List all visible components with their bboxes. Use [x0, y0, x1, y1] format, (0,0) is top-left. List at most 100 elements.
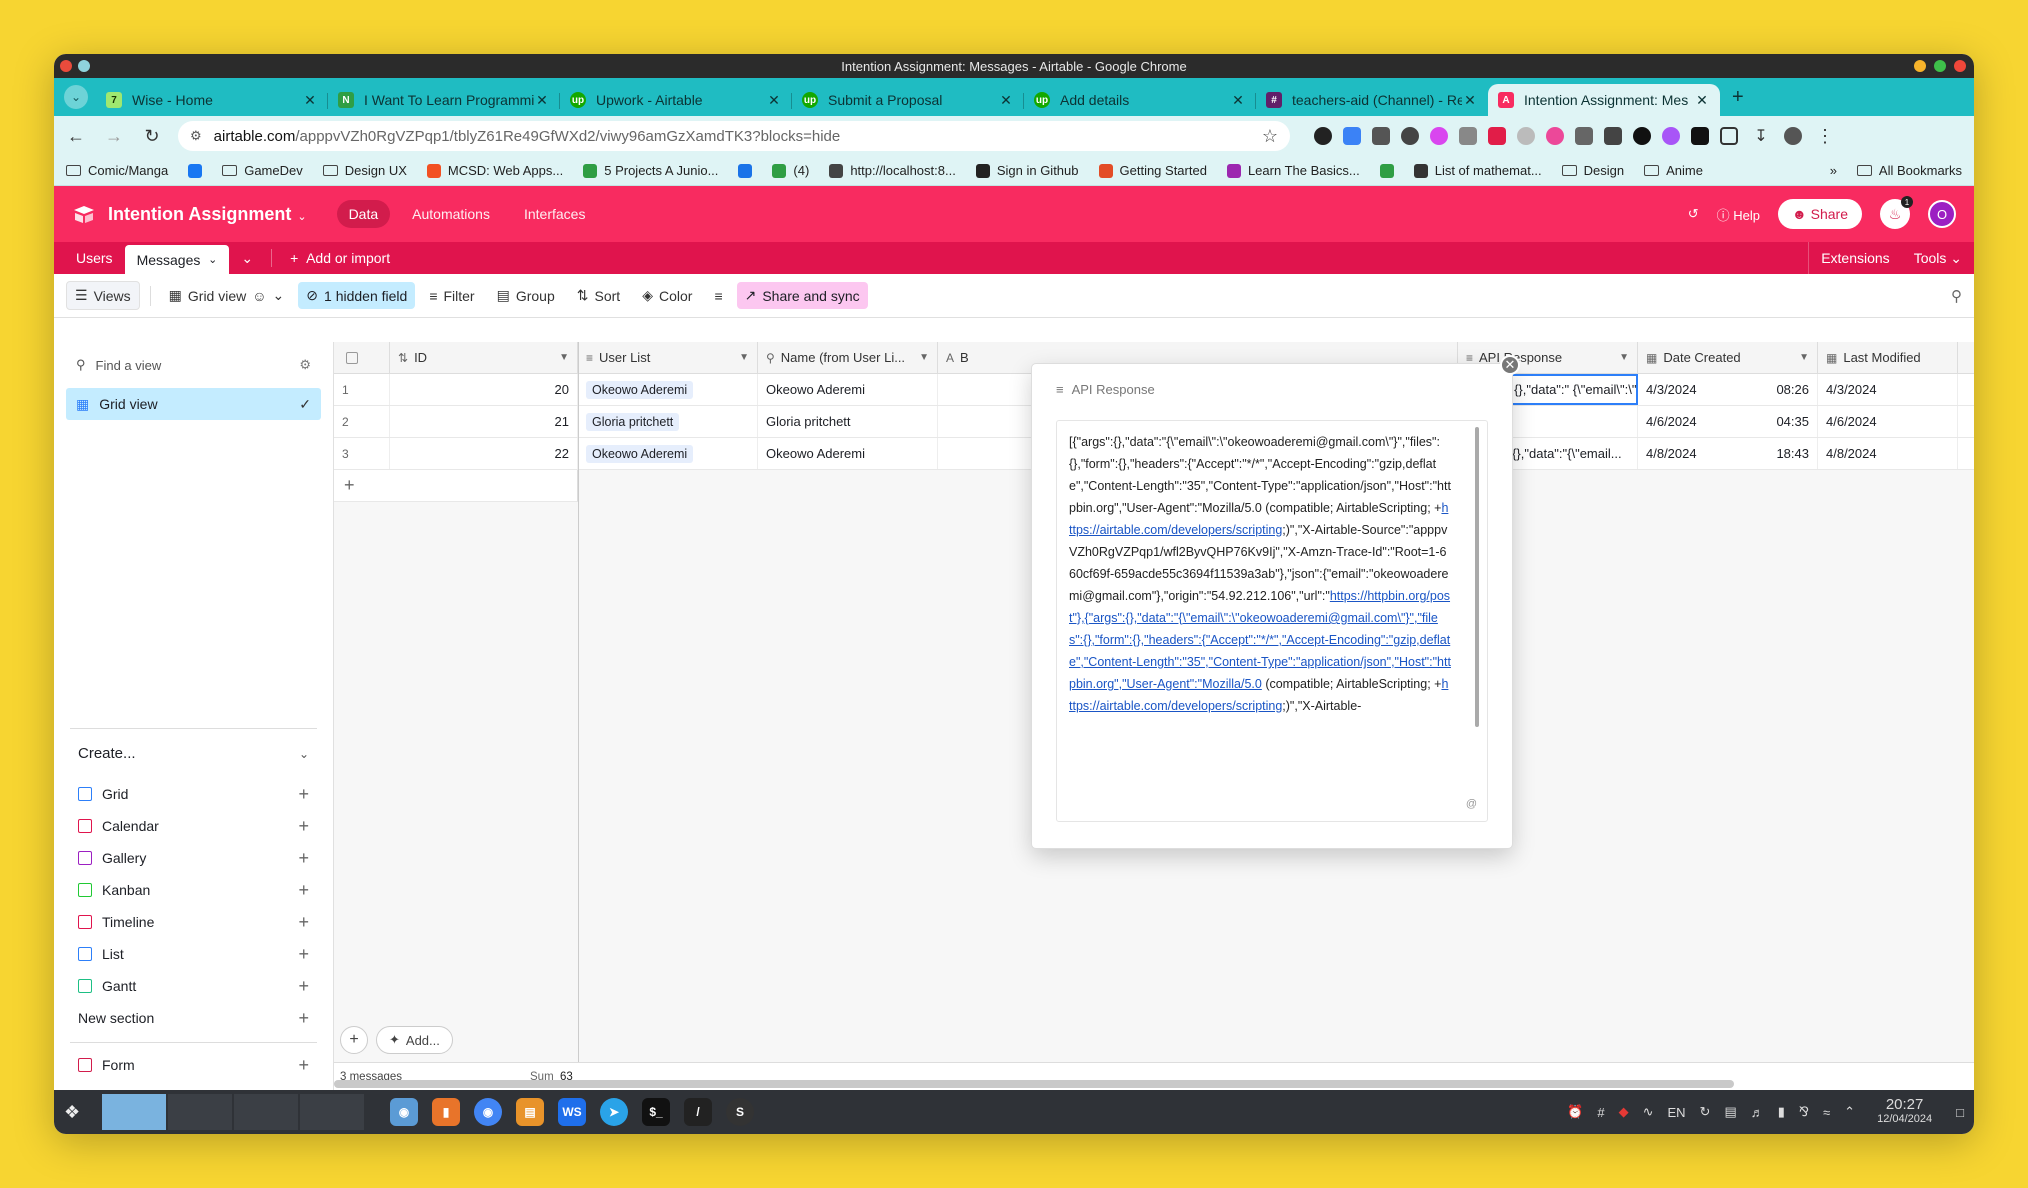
editor-app-icon[interactable]: /	[684, 1098, 712, 1126]
id-cell[interactable]: 21	[390, 406, 578, 437]
create-form[interactable]: Form +	[70, 1049, 317, 1081]
create-view-item[interactable]: Grid +	[70, 778, 317, 810]
alarm-icon[interactable]: ⏰	[1567, 1104, 1583, 1120]
bookmark-item[interactable]: (4)	[772, 163, 809, 178]
hide-fields-button[interactable]: ⊘ 1 hidden field	[298, 282, 416, 309]
chevron-down-icon[interactable]: ▼	[1799, 352, 1809, 363]
popup-close-button[interactable]: ✕	[1500, 355, 1520, 375]
bookmark-item[interactable]: Getting Started	[1098, 163, 1207, 178]
view-switcher[interactable]: ▦ Grid view ☺ ⌄	[161, 282, 293, 309]
bookmark-item[interactable]: Design UX	[322, 163, 407, 178]
create-view-item[interactable]: Timeline +	[70, 906, 317, 938]
puzzle-icon[interactable]	[1720, 127, 1738, 145]
extensions-button[interactable]: Extensions	[1808, 242, 1901, 274]
column-header-user-list[interactable]: ≡ User List ▼	[578, 342, 758, 373]
extension-icon[interactable]	[1372, 127, 1390, 145]
add-record-button[interactable]: +	[340, 1026, 368, 1054]
nav-automations[interactable]: Automations	[400, 200, 502, 228]
create-view-item[interactable]: Kanban +	[70, 874, 317, 906]
group-button[interactable]: ▤ Group	[489, 282, 563, 309]
files-app-icon[interactable]: ▤	[516, 1098, 544, 1126]
extension-icon[interactable]	[1401, 127, 1419, 145]
create-view-item[interactable]: List +	[70, 938, 317, 970]
virtual-desktop[interactable]	[102, 1094, 166, 1130]
last-modified-cell[interactable]: 4/8/2024	[1818, 438, 1958, 469]
terminal-app-icon[interactable]: $_	[642, 1098, 670, 1126]
slack-icon[interactable]: #	[1597, 1105, 1604, 1120]
chevron-down-icon[interactable]: ⌄	[208, 253, 217, 266]
close-tab-icon[interactable]: ✕	[1230, 92, 1246, 109]
extension-icon[interactable]	[1662, 127, 1680, 145]
plus-icon[interactable]: +	[298, 784, 309, 805]
id-cell[interactable]: 22	[390, 438, 578, 469]
back-icon[interactable]: ←	[64, 126, 88, 147]
column-header-date-created[interactable]: ▦ Date Created ▼	[1638, 342, 1818, 373]
select-all-checkbox[interactable]	[334, 342, 390, 373]
close-tab-icon[interactable]: ✕	[998, 92, 1014, 109]
s-app-icon[interactable]: S	[726, 1098, 754, 1126]
search-icon[interactable]: ⚲	[1951, 287, 1962, 305]
battery-icon[interactable]: ▮	[1778, 1104, 1785, 1120]
avatar[interactable]: O	[1928, 200, 1956, 228]
add-or-import-button[interactable]: + Add or import	[278, 242, 402, 274]
row-number[interactable]: 3	[334, 438, 390, 469]
user-list-cell[interactable]: Okeowo Aderemi	[578, 374, 758, 405]
store-app-icon[interactable]: ▮	[432, 1098, 460, 1126]
reload-icon[interactable]: ↻	[140, 126, 164, 147]
extension-icon[interactable]	[1314, 127, 1332, 145]
linked-record-pill[interactable]: Okeowo Aderemi	[586, 380, 694, 399]
user-list-cell[interactable]: Okeowo Aderemi	[578, 438, 758, 469]
extension-icon[interactable]	[1459, 127, 1477, 145]
column-header-last-modified[interactable]: ▦ Last Modified	[1818, 342, 1958, 373]
create-view-item[interactable]: Gallery +	[70, 842, 317, 874]
extension-icon[interactable]	[1430, 127, 1448, 145]
download-icon[interactable]: ↧	[1749, 126, 1773, 146]
keep-above-icon[interactable]	[78, 60, 90, 72]
bookmark-item[interactable]	[188, 163, 203, 178]
clock[interactable]: 20:27 12/04/2024	[1877, 1097, 1932, 1127]
extension-icon[interactable]	[1633, 127, 1651, 145]
sidebar-view-grid[interactable]: ▦ Grid view ✓	[66, 388, 321, 420]
bookmark-item[interactable]: Sign in Github	[975, 163, 1079, 178]
maximize-button[interactable]	[1934, 60, 1946, 72]
bookmark-item[interactable]: Learn The Basics...	[1226, 163, 1360, 178]
create-view-item[interactable]: Calendar +	[70, 810, 317, 842]
browser-tab-active[interactable]: A Intention Assignment: Mes ✕	[1488, 84, 1720, 116]
more-bookmarks-button[interactable]: »	[1830, 163, 1837, 178]
linked-record-pill[interactable]: Okeowo Aderemi	[586, 444, 694, 463]
airtable-logo-icon[interactable]	[72, 204, 96, 224]
extension-icon[interactable]	[1546, 127, 1564, 145]
plus-icon[interactable]: +	[298, 880, 309, 901]
plus-icon[interactable]: +	[298, 912, 309, 933]
close-tab-icon[interactable]: ✕	[1694, 92, 1710, 109]
table-tab-users[interactable]: Users	[64, 242, 125, 274]
menu-icon[interactable]: ⋮	[1813, 126, 1837, 147]
bookmark-star-icon[interactable]: ☆	[1262, 126, 1278, 147]
history-icon[interactable]: ↺	[1688, 206, 1699, 222]
anydesk-icon[interactable]: ◆	[1619, 1104, 1629, 1120]
plus-icon[interactable]: +	[298, 848, 309, 869]
add-row-button[interactable]: +	[334, 470, 578, 502]
extension-icon[interactable]	[1343, 127, 1361, 145]
extension-icon[interactable]	[1517, 127, 1535, 145]
create-view-item[interactable]: Gantt +	[70, 970, 317, 1002]
show-desktop-icon[interactable]: □	[1956, 1105, 1964, 1120]
close-button[interactable]	[1954, 60, 1966, 72]
bookmark-item[interactable]: MCSD: Web Apps...	[426, 163, 563, 178]
find-view-input[interactable]: ⚲ Find a view ⚙	[66, 350, 321, 380]
virtual-desktop[interactable]	[234, 1094, 298, 1130]
tools-button[interactable]: Tools ⌄	[1902, 242, 1974, 274]
last-modified-cell[interactable]: 4/3/2024	[1818, 374, 1958, 405]
close-tab-icon[interactable]: ✕	[1462, 92, 1478, 109]
address-bar[interactable]: ⚙ airtable.com /apppvVZh0RgVZPqp1/tblyZ6…	[178, 121, 1290, 151]
help-button[interactable]: ⓘ Help	[1717, 205, 1760, 224]
plus-icon[interactable]: +	[298, 816, 309, 837]
id-cell[interactable]: 20	[390, 374, 578, 405]
browser-tab[interactable]: up Add details ✕	[1024, 84, 1256, 116]
volume-icon[interactable]: ♬	[1751, 1105, 1764, 1120]
add-with-ai-button[interactable]: ✦ Add...	[376, 1026, 453, 1054]
table-tab-messages[interactable]: Messages ⌄	[124, 245, 230, 274]
response-link[interactable]: https://httpbin.org/post"},{"args":{},"d…	[1069, 589, 1451, 691]
views-toggle-button[interactable]: ☰ Views	[66, 281, 140, 310]
forward-icon[interactable]: →	[102, 126, 126, 147]
